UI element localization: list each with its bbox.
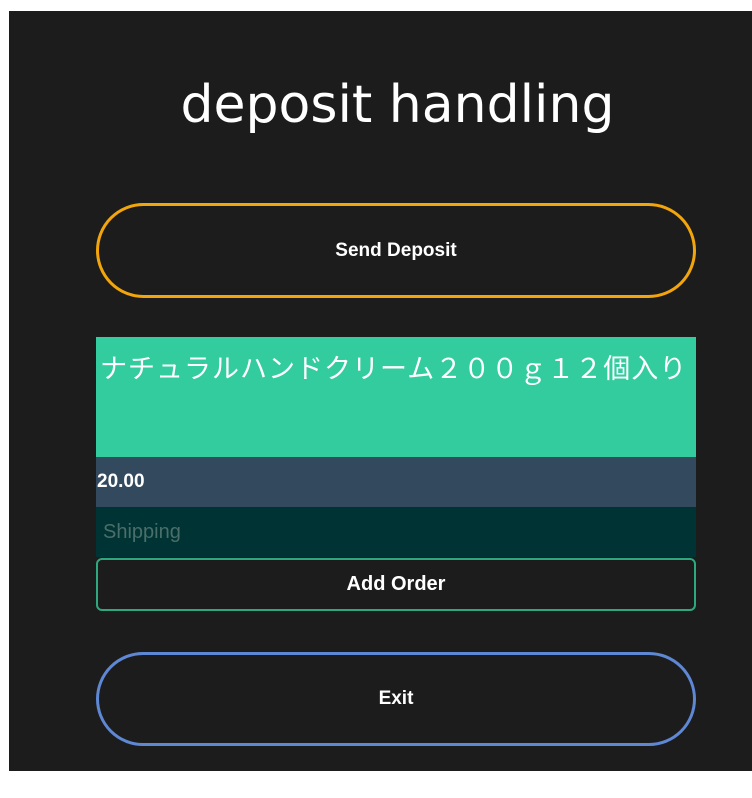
price-display: 20.00 (96, 457, 696, 507)
add-order-label: Add Order (346, 573, 446, 595)
exit-label: Exit (378, 688, 414, 709)
send-deposit-label: Send Deposit (335, 239, 457, 261)
product-name-box: ナチュラルハンドクリーム２００ｇ１２個入り (96, 337, 696, 457)
add-order-button[interactable]: Add Order (96, 558, 696, 611)
send-deposit-button[interactable]: Send Deposit (96, 203, 696, 298)
deposit-panel: deposit handling Send Deposit ナチュラルハンドクリ… (9, 11, 752, 771)
page-title: deposit handling (180, 75, 615, 135)
exit-button[interactable]: Exit (96, 652, 696, 746)
shipping-input[interactable] (96, 507, 696, 557)
